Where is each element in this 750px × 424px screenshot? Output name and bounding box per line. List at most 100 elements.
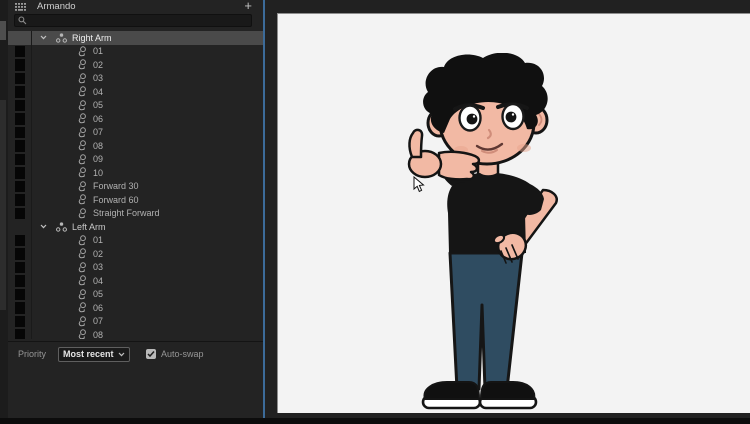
search-field[interactable] [14,14,252,27]
trigger-label: 07 [93,127,104,138]
trigger-row[interactable]: 06 [8,112,263,126]
swatch-column-cell [8,71,32,85]
trigger-row[interactable]: 05 [8,287,263,301]
trigger-swatch[interactable] [15,153,25,165]
add-trigger-button[interactable]: + [244,0,252,13]
trigger-group-row[interactable]: Left Arm [8,220,263,234]
trigger-row[interactable]: 08 [8,328,263,339]
swatch-column-cell [8,85,32,99]
trigger-swatch[interactable] [15,288,25,300]
trigger-row[interactable]: 07 [8,314,263,328]
trigger-swatch[interactable] [15,86,25,98]
trigger-row[interactable]: 01 [8,44,263,58]
triggers-panel: Armando + Right Arm 01 02 03 04 05 06 07… [8,0,263,418]
trigger-label: 08 [93,140,104,151]
chevron-down-icon[interactable] [40,224,47,229]
trigger-label: 03 [93,262,104,273]
trigger-swatch[interactable] [15,275,25,287]
trigger-swatch[interactable] [15,140,25,152]
trigger-row[interactable]: 03 [8,71,263,85]
trigger-row[interactable]: 07 [8,125,263,139]
trigger-swatch[interactable] [15,126,25,138]
trigger-swatch[interactable] [15,59,25,71]
trigger-swatch[interactable] [15,45,25,57]
trigger-swatch[interactable] [15,72,25,84]
trigger-icon [78,262,88,273]
trigger-row[interactable]: 01 [8,233,263,247]
trigger-row[interactable]: 02 [8,247,263,261]
trigger-icon [78,275,88,286]
trigger-label: 06 [93,302,104,313]
swatch-column-cell [8,44,32,58]
swatch-column-cell [8,287,32,301]
trigger-row[interactable]: 04 [8,274,263,288]
trigger-swatch[interactable] [15,329,25,339]
trigger-row[interactable]: 04 [8,85,263,99]
trigger-swatch[interactable] [15,315,25,327]
panel-title: Armando [37,1,76,12]
trigger-swatch[interactable] [15,248,25,260]
trigger-row[interactable]: 05 [8,98,263,112]
trigger-label: 04 [93,86,104,97]
trigger-row[interactable]: 10 [8,166,263,180]
swatch-column-cell [8,220,32,234]
trigger-icon [78,100,88,111]
trigger-swatch[interactable] [15,167,25,179]
trigger-label: 02 [93,59,104,70]
stage-area [265,0,750,418]
trigger-swatch[interactable] [15,207,25,219]
trigger-row[interactable]: 09 [8,152,263,166]
trigger-icon [78,59,88,70]
trigger-swatch[interactable] [15,302,25,314]
trigger-row[interactable]: 03 [8,260,263,274]
trigger-label: 08 [93,329,104,339]
trigger-label: 07 [93,316,104,327]
swatch-column-cell [8,125,32,139]
trigger-label: Straight Forward [93,208,160,219]
status-strip [0,418,750,424]
trigger-row[interactable]: 08 [8,139,263,153]
trigger-label: 03 [93,73,104,84]
trigger-swatch[interactable] [15,180,25,192]
trigger-swatch[interactable] [15,234,25,246]
swatch-column-cell [8,193,32,207]
chevron-down-icon[interactable] [40,35,47,40]
trigger-label: 01 [93,46,104,57]
trigger-icon [78,316,88,327]
trigger-group-icon [56,33,68,43]
trigger-label: 01 [93,235,104,246]
trigger-swatch[interactable] [15,261,25,273]
trigger-row[interactable]: Straight Forward [8,206,263,220]
trigger-icon [78,154,88,165]
trigger-row[interactable]: Forward 60 [8,193,263,207]
stage-canvas[interactable] [277,13,750,413]
trigger-icon [78,86,88,97]
trigger-label: 06 [93,113,104,124]
auto-swap-label: Auto-swap [161,349,204,359]
trigger-icon [78,73,88,84]
trigger-label: 10 [93,167,104,178]
trigger-row[interactable]: Forward 30 [8,179,263,193]
trigger-swatch[interactable] [15,194,25,206]
swatch-column-cell [8,152,32,166]
swatch-column-cell [8,166,32,180]
group-label: Right Arm [72,32,112,43]
trigger-icon [78,208,88,219]
swatch-column-cell [8,233,32,247]
search-input[interactable] [27,15,251,26]
trigger-row[interactable]: 06 [8,301,263,315]
priority-dropdown[interactable]: Most recent [58,346,131,362]
auto-swap-checkbox[interactable] [146,349,157,359]
trigger-group-row[interactable]: Right Arm [8,31,263,45]
trigger-swatch[interactable] [15,113,25,125]
trigger-swatch[interactable] [15,99,25,111]
swatch-column-cell [8,314,32,328]
character-armando [407,53,558,410]
trigger-row[interactable]: 02 [8,58,263,72]
trigger-label: 09 [93,154,104,165]
swatch-column-cell [8,31,32,45]
swatch-column-cell [8,179,32,193]
trigger-label: Forward 60 [93,194,139,205]
trigger-icon [78,140,88,151]
trigger-icon [78,113,88,124]
